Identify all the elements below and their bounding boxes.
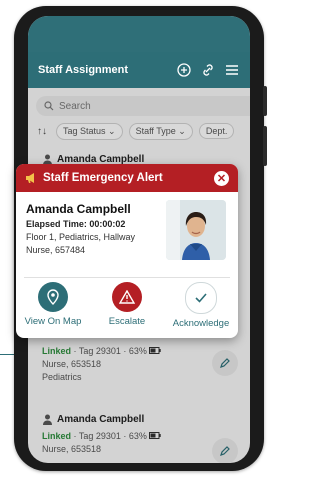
megaphone-icon bbox=[26, 173, 34, 183]
escalate-label: Escalate bbox=[108, 316, 146, 327]
alert-role: Nurse, 657484 bbox=[26, 245, 86, 255]
emergency-alert-modal: Staff Emergency Alert ✕ Amanda Campbell … bbox=[16, 164, 238, 338]
app-header: Staff Assignment bbox=[28, 52, 250, 88]
check-icon bbox=[185, 282, 217, 314]
alert-details: Amanda Campbell Elapsed Time: 00:00:02 F… bbox=[24, 192, 230, 278]
escalate-button[interactable]: Escalate bbox=[92, 282, 162, 329]
status-bar bbox=[28, 16, 250, 52]
add-icon[interactable] bbox=[176, 62, 192, 78]
elapsed-time: Elapsed Time: 00:00:02 bbox=[26, 219, 126, 229]
link-icon[interactable] bbox=[200, 62, 216, 78]
map-pin-icon bbox=[38, 282, 68, 312]
view-on-map-label: View On Map bbox=[24, 316, 82, 327]
staff-photo bbox=[166, 200, 226, 260]
alert-header: Staff Emergency Alert ✕ bbox=[16, 164, 238, 192]
close-icon: ✕ bbox=[216, 172, 227, 185]
menu-icon[interactable] bbox=[224, 62, 240, 78]
alert-title: Staff Emergency Alert bbox=[43, 172, 163, 184]
alert-staff-name: Amanda Campbell bbox=[26, 202, 131, 216]
alert-actions: View On Map Escalate Acknowledge bbox=[16, 282, 238, 329]
acknowledge-button[interactable]: Acknowledge bbox=[166, 282, 236, 329]
warning-icon bbox=[112, 282, 142, 312]
page-title: Staff Assignment bbox=[38, 64, 129, 76]
alert-location: Floor 1, Pediatrics, Hallway bbox=[26, 232, 136, 242]
close-button[interactable]: ✕ bbox=[214, 170, 229, 186]
acknowledge-label: Acknowledge bbox=[172, 318, 230, 329]
view-on-map-button[interactable]: View On Map bbox=[18, 282, 88, 329]
